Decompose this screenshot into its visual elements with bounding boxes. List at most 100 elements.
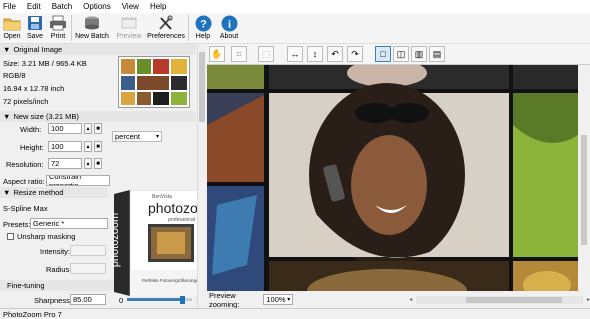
menu-edit[interactable]: Edit: [27, 2, 41, 11]
settings-scrollbar[interactable]: [197, 44, 206, 308]
print-label: Print: [50, 33, 66, 40]
menu-bar: File Edit Batch Options View Help: [0, 0, 590, 13]
hand-icon: ✋: [211, 48, 223, 59]
original-thumbnail: [118, 56, 190, 108]
unit-select[interactable]: percent ▾: [112, 131, 162, 142]
scrollbar-thumb[interactable]: [466, 296, 563, 303]
resize-method-header[interactable]: ▼ Resize method: [0, 187, 108, 198]
original-image-header[interactable]: ▼ Original Image: [0, 44, 196, 55]
presets-label: Presets:: [3, 220, 31, 229]
split-view-icon: ◫: [396, 48, 406, 59]
info-icon: i: [220, 14, 238, 32]
crop-tool-button[interactable]: ⌗: [231, 46, 247, 62]
resize-method-select[interactable]: S-Spline Max: [3, 204, 48, 213]
unsharp-checkbox[interactable]: [7, 233, 14, 240]
original-resolution: 72 pixels/inch: [3, 97, 49, 106]
save-button[interactable]: Save: [23, 13, 47, 43]
menu-view[interactable]: View: [122, 2, 139, 11]
slider-min-label: 0: [119, 296, 124, 305]
height-unit-toggle[interactable]: ■: [94, 141, 102, 152]
printer-icon: [49, 14, 67, 32]
svg-text:?: ?: [200, 18, 207, 30]
print-button[interactable]: Print: [47, 13, 69, 43]
height-spinner[interactable]: ▴: [84, 141, 92, 152]
question-icon: ?: [194, 14, 212, 32]
new-batch-button[interactable]: New Batch: [74, 13, 110, 43]
aspect-ratio-select[interactable]: Constrain proportio: [46, 175, 110, 186]
width-field[interactable]: 100: [48, 123, 82, 134]
stack-icon: [83, 14, 101, 32]
menu-help[interactable]: Help: [150, 2, 166, 11]
help-button[interactable]: ? Help: [191, 13, 215, 43]
sharpness-slider-fill: [127, 298, 183, 301]
open-button[interactable]: Open: [1, 13, 23, 43]
collapse-arrow-icon: ▼: [3, 188, 11, 197]
hand-tool-button[interactable]: ✋: [209, 46, 225, 62]
new-size-header[interactable]: ▼ New size (3.21 MB): [0, 111, 196, 122]
toolbar-separator: [71, 15, 72, 41]
stacked-view-button[interactable]: ▤: [429, 46, 445, 62]
radius-field[interactable]: [70, 263, 106, 274]
preview-horizontal-scrollbar[interactable]: [416, 295, 583, 304]
presets-select[interactable]: Generic *: [30, 218, 108, 229]
preview-vertical-scrollbar[interactable]: [578, 65, 590, 291]
scrollbar-thumb[interactable]: [199, 52, 205, 122]
intensity-field[interactable]: [70, 245, 106, 256]
height-field[interactable]: 100: [48, 141, 82, 152]
sharpness-label: Sharpness:: [34, 296, 72, 305]
width-spinner[interactable]: ▴: [84, 123, 92, 134]
height-label: Height:: [20, 143, 44, 152]
original-dimensions: 16.94 x 12.78 inch: [3, 84, 65, 93]
intensity-label: Intensity:: [40, 247, 71, 256]
scroll-left-icon[interactable]: ◂: [409, 296, 412, 303]
menu-batch[interactable]: Batch: [52, 2, 72, 11]
menu-options[interactable]: Options: [83, 2, 111, 11]
single-view-button[interactable]: □: [375, 46, 391, 62]
fit-width-button[interactable]: ↔: [287, 46, 303, 62]
preview-button[interactable]: Preview: [112, 13, 146, 43]
color-mode: RGB/8: [3, 71, 26, 80]
fit-height-button[interactable]: ↕: [307, 46, 323, 62]
split-view-button[interactable]: ◫: [393, 46, 409, 62]
unsharp-label: Unsharp masking: [17, 232, 76, 241]
sharpness-slider[interactable]: [127, 294, 192, 304]
vertical-arrows-icon: ↕: [312, 49, 318, 59]
svg-text:i: i: [227, 18, 230, 30]
preview-toolbar: ✋ ⌗ ⬚ ↔ ↕ ↶ ↷ □ ◫ ▥ ▤: [207, 44, 590, 65]
chevron-down-icon: ▾: [287, 297, 291, 303]
sharpness-field[interactable]: 85.00: [70, 294, 106, 305]
tools-icon: [157, 14, 175, 32]
rotate-right-button[interactable]: ↷: [347, 46, 363, 62]
scrollbar-thumb[interactable]: [581, 135, 587, 245]
help-label: Help: [195, 33, 211, 40]
resolution-spinner[interactable]: ▴: [84, 158, 92, 169]
aspect-ratio-label: Aspect ratio:: [3, 177, 45, 186]
preferences-button[interactable]: Preferences: [146, 13, 186, 43]
width-unit-toggle[interactable]: ■: [94, 123, 102, 134]
resolution-field[interactable]: 72: [48, 158, 82, 169]
preview-bottom-bar: Preview zooming: 100% ▾ ◂ ▸: [207, 291, 590, 309]
product-box-image: BenVista photozoom professional Perfekte…: [108, 189, 206, 297]
preview-canvas[interactable]: [207, 65, 578, 291]
rotate-left-button[interactable]: ↶: [327, 46, 343, 62]
rotate-left-icon: ↶: [331, 48, 339, 59]
side-by-side-button[interactable]: ▥: [411, 46, 427, 62]
box-spine-text: photozoom: [109, 212, 122, 268]
box-edition: professional: [168, 217, 195, 223]
section-title: New size (3.21 MB): [13, 112, 79, 121]
resolution-unit-toggle[interactable]: ■: [94, 158, 102, 169]
preview-window-icon: [120, 14, 138, 32]
about-button[interactable]: i About: [215, 13, 243, 43]
zoom-select[interactable]: 100% ▾: [263, 294, 294, 305]
menu-file[interactable]: File: [3, 2, 16, 11]
crop-button[interactable]: ⬚: [258, 46, 274, 62]
status-bar: PhotoZoom Pro 7: [0, 308, 590, 319]
floppy-disk-icon: [26, 14, 44, 32]
zoom-value: 100%: [266, 295, 286, 304]
radius-label: Radius:: [46, 265, 72, 274]
new-batch-label: New Batch: [75, 33, 109, 40]
section-title: Original Image: [13, 45, 63, 54]
crop-icon: ⬚: [261, 48, 271, 59]
box-tagline: Perfekte Fotovergrößerungen: [142, 278, 202, 283]
settings-panel: ▼ Original Image Size: 3.21 MB / 965.4 K…: [0, 44, 206, 308]
